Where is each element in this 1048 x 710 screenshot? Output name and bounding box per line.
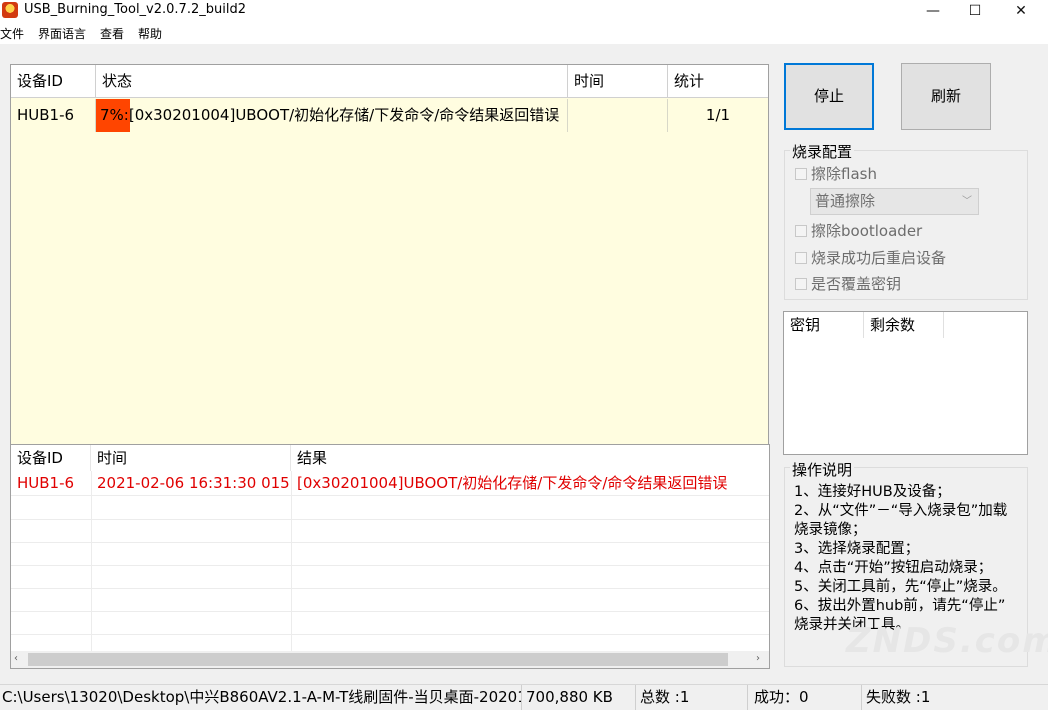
- grid-line: [11, 565, 769, 566]
- erase-flash-label: 擦除flash: [811, 165, 877, 183]
- status-path: C:\Users\13020\Desktop\中兴B860AV2.1-A-M-T…: [0, 685, 522, 710]
- log-device-id: HUB1-6: [17, 474, 75, 492]
- device-id-cell: HUB1-6: [11, 99, 96, 132]
- status-failed: 失败数 :1: [866, 688, 931, 706]
- column-header-remaining[interactable]: 剩余数: [864, 312, 944, 338]
- erase-mode-value: 普通擦除: [815, 192, 876, 210]
- chevron-down-icon: ﹀: [962, 196, 972, 207]
- erase-bootloader-checkbox[interactable]: 擦除bootloader: [795, 222, 922, 240]
- grid-line: [11, 495, 769, 496]
- status-cell: 7%:[0x30201004]UBOOT/初始化存储/下发命令/命令结果返回错误: [96, 99, 568, 132]
- column-header-device-id[interactable]: 设备ID: [11, 445, 91, 471]
- log-time: 2021-02-06 16:31:30 015: [97, 474, 290, 492]
- column-header-key[interactable]: 密钥: [784, 312, 864, 338]
- checkbox-box[interactable]: [795, 252, 807, 264]
- erase-mode-select[interactable]: 普通擦除 ﹀: [810, 188, 979, 215]
- time-cell: [568, 99, 668, 132]
- erase-flash-checkbox[interactable]: 擦除flash: [795, 165, 877, 183]
- instruction-line: 3、选择烧录配置；: [794, 541, 920, 557]
- status-size: 700,880 KB: [524, 685, 636, 710]
- overwrite-key-label: 是否覆盖密钥: [811, 275, 902, 293]
- menu-help[interactable]: 帮助: [138, 26, 162, 42]
- column-header-device-id[interactable]: 设备ID: [11, 65, 96, 98]
- checkbox-box[interactable]: [795, 278, 807, 290]
- progress-text: 7%: [100, 106, 124, 124]
- instruction-line: 6、拔出外置hub前，请先“停止”: [794, 598, 1006, 614]
- instructions-title: 操作说明: [790, 459, 855, 480]
- scroll-left-icon[interactable]: ‹: [14, 653, 18, 664]
- grid-line: [11, 634, 769, 635]
- column-header-result[interactable]: 结果: [291, 445, 769, 471]
- instruction-line: 烧录镜像；: [794, 522, 867, 538]
- menu-file[interactable]: 文件: [0, 26, 24, 42]
- menu-ui-language[interactable]: 界面语言: [38, 26, 86, 42]
- key-list[interactable]: 密钥 剩余数: [783, 311, 1028, 455]
- log-list[interactable]: 设备ID 时间 结果 HUB1-6 2021-02-06 16:31:30 01…: [10, 444, 770, 669]
- instruction-line: 5、关闭工具前，先“停止”烧录。: [794, 579, 1007, 595]
- grid-line: [11, 542, 769, 543]
- device-list[interactable]: 设备ID 状态 时间 统计 HUB1-6 7%:[0x30201004]UBOO…: [10, 64, 769, 458]
- column-header-time[interactable]: 时间: [568, 65, 668, 98]
- grid-line: [11, 611, 769, 612]
- reboot-after-label: 烧录成功后重启设备: [811, 249, 947, 267]
- scroll-right-icon[interactable]: ›: [756, 653, 760, 664]
- status-success: 成功：0: [752, 685, 862, 710]
- grid-line: [11, 588, 769, 589]
- instruction-line: 2、从“文件”－“导入烧录包”加载: [794, 503, 1008, 519]
- count-cell: 1/1: [705, 106, 731, 124]
- column-header-status[interactable]: 状态: [96, 65, 568, 98]
- erase-bootloader-label: 擦除bootloader: [811, 222, 923, 240]
- status-text: :[0x30201004]UBOOT/初始化存储/下发命令/命令结果返回错误: [123, 106, 560, 124]
- column-header-count[interactable]: 统计: [668, 65, 768, 98]
- app-icon: [2, 2, 18, 18]
- grid-line: [91, 471, 92, 651]
- menu-view[interactable]: 查看: [100, 26, 124, 42]
- checkbox-box[interactable]: [795, 168, 807, 180]
- window-title: USB_Burning_Tool_v2.0.7.2_build2: [24, 2, 246, 17]
- burn-config-title: 烧录配置: [790, 141, 855, 162]
- znds-watermark: ZNDS.com: [846, 621, 1048, 661]
- overwrite-key-checkbox[interactable]: 是否覆盖密钥: [795, 275, 901, 293]
- column-header-time[interactable]: 时间: [91, 445, 291, 471]
- instruction-line: 4、点击“开始”按钮启动烧录；: [794, 560, 993, 576]
- grid-line: [291, 471, 292, 651]
- reboot-after-checkbox[interactable]: 烧录成功后重启设备: [795, 249, 946, 267]
- minimize-button[interactable]: —: [910, 0, 956, 22]
- stop-button[interactable]: 停止: [784, 63, 874, 130]
- log-result: [0x30201004]UBOOT/初始化存储/下发命令/命令结果返回错误: [297, 474, 728, 492]
- close-button[interactable]: ✕: [998, 0, 1044, 22]
- status-total: 总数 :1: [638, 685, 748, 710]
- scrollbar-thumb[interactable]: [28, 653, 728, 666]
- maximize-button[interactable]: ☐: [952, 0, 998, 22]
- grid-line: [11, 519, 769, 520]
- refresh-button[interactable]: 刷新: [901, 63, 991, 130]
- checkbox-box[interactable]: [795, 225, 807, 237]
- instruction-line: 1、连接好HUB及设备；: [794, 484, 951, 500]
